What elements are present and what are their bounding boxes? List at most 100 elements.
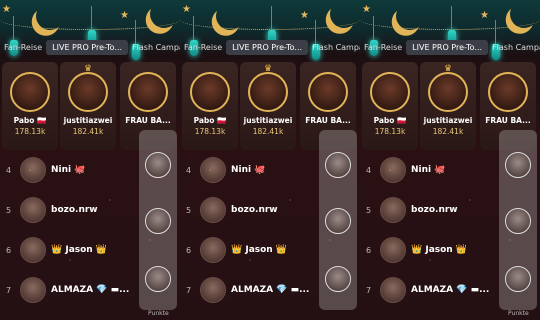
avatar[interactable] <box>68 72 108 112</box>
avatar[interactable] <box>20 277 46 303</box>
crown-icon: ♛ <box>264 64 273 74</box>
user-name: Pabo <box>193 116 215 125</box>
star-icon: ★ <box>480 10 489 21</box>
rank-card-1[interactable]: ♛ justitiazwei 182.41k <box>420 62 476 150</box>
rank-card-1[interactable]: ♛ justitiazwei 182.41k <box>240 62 296 150</box>
avatar[interactable] <box>505 266 531 292</box>
list-item[interactable]: 5 bozo.nrw <box>180 190 320 230</box>
star-icon: ★ <box>182 4 191 15</box>
list-item[interactable]: 4 Nini 🐙 <box>0 150 140 190</box>
list-item[interactable]: 7 ALMAZA 💎 ▬... <box>360 270 500 310</box>
user-score: 182.41k <box>432 127 464 136</box>
tab-bar: Fan-Reise LIVE PRO Pre-To... Flash Campa <box>360 38 540 56</box>
crescent-moon-icon <box>392 0 428 34</box>
list-item[interactable]: 5 bozo.nrw <box>0 190 140 230</box>
avatar[interactable] <box>200 277 226 303</box>
avatar[interactable] <box>200 197 226 223</box>
avatar[interactable] <box>380 237 406 263</box>
viewer-side-panel[interactable] <box>139 130 177 310</box>
avatar[interactable] <box>488 72 528 112</box>
avatar[interactable] <box>200 237 226 263</box>
rank-number: 5 <box>366 205 372 215</box>
tab-fan-reise[interactable]: Fan-Reise <box>360 43 406 52</box>
tab-live-pro[interactable]: LIVE PRO Pre-To... <box>46 39 129 55</box>
avatar[interactable] <box>248 72 288 112</box>
user-name: bozo.nrw <box>231 205 278 215</box>
rank-number: 6 <box>186 245 192 255</box>
list-item[interactable]: 4 Nini 🐙 <box>360 150 500 190</box>
avatar[interactable] <box>428 72 468 112</box>
avatar[interactable] <box>145 152 171 178</box>
avatar[interactable] <box>200 157 226 183</box>
crown-icon: ♛ <box>84 64 93 74</box>
rank-card-2[interactable]: Pabo 🇵🇱 178.13k <box>2 62 58 150</box>
list-item[interactable]: 6 👑 Jason 👑 <box>0 230 140 270</box>
rank-number: 6 <box>366 245 372 255</box>
user-score: 178.13k <box>374 127 406 136</box>
avatar[interactable] <box>380 157 406 183</box>
user-name: Pabo <box>373 116 395 125</box>
list-item[interactable]: 6 👑 Jason 👑 <box>360 230 500 270</box>
list-item[interactable]: 6 👑 Jason 👑 <box>180 230 320 270</box>
avatar[interactable] <box>20 197 46 223</box>
tab-flash-campaign[interactable]: Flash Campa <box>308 43 360 52</box>
user-name: Nini 🐙 <box>51 165 86 175</box>
tab-live-pro[interactable]: LIVE PRO Pre-To... <box>226 39 309 55</box>
avatar[interactable] <box>20 157 46 183</box>
tab-fan-reise[interactable]: Fan-Reise <box>0 43 46 52</box>
rank-card-1[interactable]: ♛ justitiazwei 182.41k <box>60 62 116 150</box>
user-name: bozo.nrw <box>411 205 458 215</box>
avatar[interactable] <box>380 197 406 223</box>
star-icon: ★ <box>300 10 309 21</box>
crescent-moon-icon <box>506 0 540 32</box>
list-item[interactable]: 7 ALMAZA 💎 ▬... <box>0 270 140 310</box>
tab-live-pro[interactable]: LIVE PRO Pre-To... <box>406 39 489 55</box>
avatar[interactable] <box>325 152 351 178</box>
rank-number: 7 <box>186 285 192 295</box>
tab-bar: Fan-Reise LIVE PRO Pre-To... Flash Campa <box>0 38 180 56</box>
avatar[interactable] <box>308 72 348 112</box>
tab-fan-reise[interactable]: Fan-Reise <box>180 43 226 52</box>
rank-number: 5 <box>186 205 192 215</box>
avatar[interactable] <box>190 72 230 112</box>
avatar[interactable] <box>128 72 168 112</box>
tab-bar: Fan-Reise LIVE PRO Pre-To... Flash Campa <box>180 38 360 56</box>
user-name: ALMAZA 💎 ▬... <box>411 285 490 295</box>
avatar[interactable] <box>20 237 46 263</box>
star-icon: ★ <box>2 4 11 15</box>
avatar[interactable] <box>145 266 171 292</box>
rank-number: 4 <box>186 165 192 175</box>
rank-card-2[interactable]: Pabo 🇵🇱 178.13k <box>182 62 238 150</box>
avatar[interactable] <box>505 152 531 178</box>
list-item[interactable]: 7 ALMAZA 💎 ▬... <box>180 270 320 310</box>
user-name: 👑 Jason 👑 <box>231 245 288 255</box>
viewer-side-panel[interactable] <box>499 130 537 310</box>
avatar[interactable] <box>370 72 410 112</box>
rank-number: 7 <box>366 285 372 295</box>
viewer-side-panel[interactable] <box>319 130 357 310</box>
user-name: ALMAZA 💎 ▬... <box>231 285 310 295</box>
avatar[interactable] <box>10 72 50 112</box>
avatar[interactable] <box>505 208 531 234</box>
rank-card-2[interactable]: Pabo 🇵🇱 178.13k <box>362 62 418 150</box>
avatar[interactable] <box>325 266 351 292</box>
rank-number: 6 <box>6 245 12 255</box>
list-item[interactable]: 4 Nini 🐙 <box>180 150 320 190</box>
garland <box>180 10 360 30</box>
user-name: justitiazwei <box>63 116 113 125</box>
ranking-list: 4 Nini 🐙 5 bozo.nrw 6 👑 Jason 👑 7 ALMAZA 💎 ▬… <box>0 150 140 310</box>
tab-flash-campaign[interactable]: Flash Campa <box>488 43 540 52</box>
user-score: 178.13k <box>14 127 46 136</box>
avatar[interactable] <box>325 208 351 234</box>
rank-number: 4 <box>366 165 372 175</box>
points-label: Punkte <box>148 310 169 317</box>
avatar[interactable] <box>380 277 406 303</box>
user-name: ALMAZA 💎 ▬... <box>51 285 130 295</box>
crown-icon: ♛ <box>444 64 453 74</box>
list-item[interactable]: 5 bozo.nrw <box>360 190 500 230</box>
tab-flash-campaign[interactable]: Flash Campa <box>128 43 180 52</box>
user-name: Nini 🐙 <box>411 165 446 175</box>
user-name: justitiazwei <box>243 116 293 125</box>
avatar[interactable] <box>145 208 171 234</box>
leaderboard-panel-1: ★ ★ Fan-Reise LIVE PRO Pre-To... Flash C… <box>0 0 180 320</box>
